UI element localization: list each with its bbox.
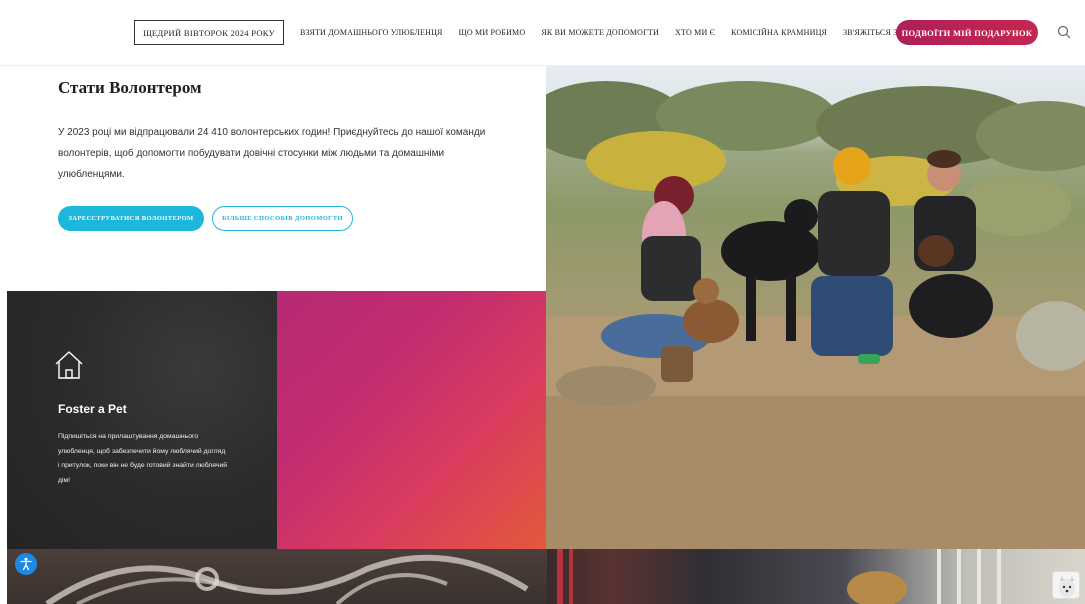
nav-thrift-store[interactable]: КОМІСІЙНА КРАМНИЦЯ	[731, 28, 827, 37]
decorative-gate-photo	[7, 549, 547, 604]
search-icon[interactable]	[1056, 24, 1072, 40]
shelter-illustration	[557, 549, 1001, 604]
gradient-card	[277, 291, 546, 549]
nav-adopt[interactable]: ВЗЯТИ ДОМАШНЬОГО УЛЮБЛЕНЦЯ	[300, 28, 443, 37]
shelter-photo	[547, 549, 1085, 604]
register-volunteer-button[interactable]: ЗАРЕЄСТРУВАТИСЯ ВОЛОНТЕРОМ	[58, 206, 204, 231]
chat-widget-button[interactable]	[1052, 571, 1080, 599]
volunteer-description: У 2023 році ми відпрацювали 24 410 волон…	[58, 127, 486, 180]
volunteers-with-dogs-photo	[546, 66, 1085, 549]
double-my-gift-button[interactable]: ПОДВОЇТИ МІЙ ПОДАРУНОК	[896, 20, 1038, 45]
nav-giving-tuesday-button[interactable]: ЩЕДРИЙ ВІВТОРОК 2024 РОКУ	[134, 20, 284, 45]
foster-card-title: Foster a Pet	[58, 402, 127, 416]
nav-how-you-can-help[interactable]: ЯК ВИ МОЖЕТЕ ДОПОМОГТИ	[541, 28, 659, 37]
house-icon	[55, 351, 83, 379]
chat-avatar-icon	[1059, 576, 1075, 597]
more-ways-to-help-button[interactable]: БІЛЬШЕ СПОСОБІВ ДОПОМОГТИ	[212, 206, 353, 231]
page-title: Стати Волонтером	[58, 78, 202, 97]
nav-who-we-are[interactable]: ХТО МИ Є	[675, 28, 715, 37]
main-nav: ВЗЯТИ ДОМАШНЬОГО УЛЮБЛЕНЦЯ ЩО МИ РОБИМО …	[300, 20, 941, 45]
accessibility-button[interactable]	[15, 553, 37, 575]
site-header: ЩЕДРИЙ ВІВТОРОК 2024 РОКУ ВЗЯТИ ДОМАШНЬО…	[0, 0, 1085, 66]
photo-illustration	[546, 81, 1085, 549]
accessibility-icon	[20, 557, 32, 571]
gate-ornament	[45, 554, 529, 604]
foster-card-description: Підпишіться на прилаштування домашнього …	[58, 433, 228, 484]
foster-card[interactable]	[7, 291, 277, 549]
nav-what-we-do[interactable]: ЩО МИ РОБИМО	[459, 28, 526, 37]
volunteer-section: Стати Волонтером У 2023 році ми відпрацю…	[58, 78, 528, 185]
